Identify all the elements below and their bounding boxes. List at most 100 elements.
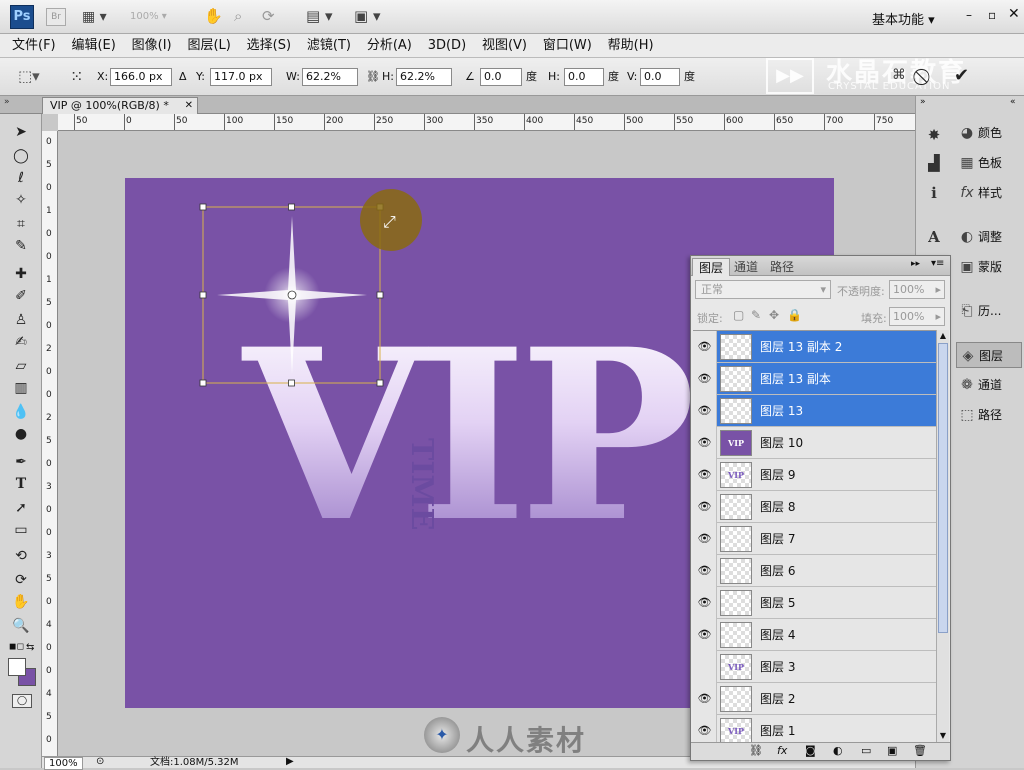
- shape-tool-icon[interactable]: ▭: [10, 520, 32, 540]
- menu-analysis[interactable]: 分析(A): [361, 34, 418, 58]
- quick-mask-icon[interactable]: ◯: [12, 694, 32, 708]
- lock-position-icon[interactable]: ✥: [769, 308, 779, 322]
- panel-adjustments[interactable]: ◐ 调整: [956, 224, 1022, 250]
- rotation-field[interactable]: 0.0: [480, 68, 522, 86]
- layer-row[interactable]: 👁 VIP 图层 9: [693, 459, 936, 491]
- dock-expand-icon[interactable]: »: [920, 97, 926, 107]
- menu-filter[interactable]: 滤镜(T): [301, 34, 357, 58]
- link-icon[interactable]: ⛓: [366, 68, 380, 86]
- dodge-tool-icon[interactable]: ●: [10, 424, 32, 444]
- hand-tool-icon-toolbox[interactable]: ✋: [10, 592, 32, 612]
- screen-mode-icon[interactable]: ▣ ▾: [354, 7, 380, 25]
- blur-tool-icon[interactable]: 💧: [10, 402, 32, 422]
- bridge-button[interactable]: Br: [46, 8, 66, 26]
- histogram-icon[interactable]: ▟: [923, 152, 945, 174]
- warp-mode-icon[interactable]: ⌘: [892, 67, 906, 83]
- visibility-eye-icon[interactable]: 👁: [693, 523, 717, 555]
- scroll-thumb[interactable]: [938, 343, 948, 633]
- dock-collapse-icon[interactable]: «: [1010, 97, 1016, 107]
- panel-history[interactable]: ⎗ 历...: [956, 298, 1022, 324]
- tab-layers[interactable]: 图层: [692, 258, 731, 276]
- new-layer-icon[interactable]: ▣: [887, 744, 897, 757]
- delete-layer-icon[interactable]: 🗑: [913, 744, 927, 757]
- opacity-field[interactable]: 100% ▸: [889, 280, 945, 299]
- layer-row[interactable]: 👁 图层 8: [693, 491, 936, 523]
- panel-swatches[interactable]: ▦ 色板: [956, 150, 1022, 176]
- panel-paths[interactable]: ⬚ 路径: [956, 402, 1022, 428]
- visibility-eye-icon[interactable]: 👁: [693, 459, 717, 491]
- gradient-tool-icon[interactable]: ▥: [10, 378, 32, 398]
- eraser-tool-icon[interactable]: ▱: [10, 356, 32, 376]
- marquee-tool-icon[interactable]: ◯: [10, 146, 32, 166]
- menu-layer[interactable]: 图层(L): [181, 34, 236, 58]
- magic-wand-tool-icon[interactable]: ✧: [10, 190, 32, 210]
- tab-channels[interactable]: 通道: [728, 258, 764, 276]
- width-scale-field[interactable]: 62.2%: [302, 68, 358, 86]
- visibility-eye-icon[interactable]: 👁: [693, 363, 717, 395]
- panel-styles[interactable]: fx 样式: [956, 180, 1022, 206]
- default-colors-icon[interactable]: ◼◻: [9, 642, 24, 652]
- visibility-eye-icon[interactable]: [693, 651, 717, 683]
- tool-preset-icon[interactable]: ⬚▾: [18, 67, 40, 85]
- swap-colors-icon[interactable]: ⇆: [26, 642, 34, 653]
- menu-select[interactable]: 选择(S): [241, 34, 297, 58]
- reference-point-icon[interactable]: ⁙: [70, 67, 83, 86]
- status-arrow-icon[interactable]: ▶: [286, 756, 294, 767]
- panel-color[interactable]: ◕ 颜色: [956, 120, 1022, 146]
- menu-3d[interactable]: 3D(D): [422, 34, 472, 58]
- 3d-rotate-tool-icon[interactable]: ⟲: [10, 546, 32, 566]
- view-extras-icon[interactable]: ▦ ▾: [82, 7, 112, 27]
- visibility-eye-icon[interactable]: 👁: [693, 619, 717, 651]
- menu-file[interactable]: 文件(F): [6, 34, 62, 58]
- panel-expand-icon[interactable]: ▸▸: [911, 259, 920, 269]
- history-brush-tool-icon[interactable]: ✍: [10, 332, 32, 352]
- panel-collapse-icon[interactable]: »: [4, 97, 10, 107]
- navigator-icon[interactable]: ✸: [923, 124, 945, 146]
- height-scale-field[interactable]: 62.2%: [396, 68, 452, 86]
- scroll-up-icon[interactable]: ▲: [937, 330, 949, 342]
- path-selection-tool-icon[interactable]: ➚: [10, 498, 32, 518]
- menu-view[interactable]: 视图(V): [476, 34, 533, 58]
- delta-icon[interactable]: Δ: [179, 68, 187, 86]
- minimize-window-icon[interactable]: –: [966, 8, 972, 22]
- panel-masks[interactable]: ▣ 蒙版: [956, 254, 1022, 280]
- menu-image[interactable]: 图像(I): [126, 34, 178, 58]
- menu-edit[interactable]: 编辑(E): [65, 34, 121, 58]
- close-tab-icon[interactable]: ✕: [185, 98, 193, 114]
- visibility-eye-icon[interactable]: 👁: [693, 331, 717, 363]
- status-zoom[interactable]: 100%: [44, 757, 83, 770]
- layer-row[interactable]: 👁 图层 4: [693, 619, 936, 651]
- visibility-eye-icon[interactable]: 👁: [693, 491, 717, 523]
- layer-row[interactable]: 👁 图层 7: [693, 523, 936, 555]
- panel-channels[interactable]: ❁ 通道: [956, 372, 1022, 398]
- layer-row[interactable]: 👁 图层 13 副本 2: [693, 331, 936, 363]
- layer-row[interactable]: 👁 VIP 图层 1: [693, 715, 936, 742]
- visibility-eye-icon[interactable]: 👁: [693, 395, 717, 427]
- rotate-view-icon[interactable]: ⟳: [262, 7, 275, 25]
- lock-transparency-icon[interactable]: ▢: [733, 308, 744, 322]
- layer-row[interactable]: 👁 图层 2: [693, 683, 936, 715]
- restore-window-icon[interactable]: ▫: [988, 8, 996, 22]
- crop-tool-icon[interactable]: ⌗: [10, 214, 32, 234]
- blend-mode-select[interactable]: 正常 ▾: [695, 280, 831, 299]
- layer-row[interactable]: VIP 图层 3: [693, 651, 936, 683]
- zoom-tool-icon[interactable]: ⌕: [234, 7, 242, 25]
- lasso-tool-icon[interactable]: ℓ: [10, 168, 32, 188]
- layer-row[interactable]: 👁 图层 13: [693, 395, 936, 427]
- pen-tool-icon[interactable]: ✒: [10, 452, 32, 472]
- y-position-field[interactable]: 117.0 px: [210, 68, 272, 86]
- visibility-eye-icon[interactable]: 👁: [693, 715, 717, 742]
- menu-help[interactable]: 帮助(H): [602, 34, 660, 58]
- visibility-eye-icon[interactable]: 👁: [693, 555, 717, 587]
- layers-scrollbar[interactable]: ▲ ▼: [936, 330, 949, 742]
- commit-transform-icon[interactable]: ✔: [954, 65, 969, 86]
- workspace-switcher[interactable]: 基本功能 ▾: [872, 9, 935, 28]
- skew-h-field[interactable]: 0.0: [564, 68, 604, 86]
- new-adjustment-icon[interactable]: ◐: [833, 744, 843, 757]
- character-icon[interactable]: A: [923, 226, 945, 248]
- tab-paths[interactable]: 路径: [764, 258, 800, 276]
- add-style-icon[interactable]: fx: [777, 744, 787, 757]
- visibility-eye-icon[interactable]: 👁: [693, 683, 717, 715]
- layer-row[interactable]: 👁 VIP 图层 10: [693, 427, 936, 459]
- add-mask-icon[interactable]: ◙: [805, 744, 816, 757]
